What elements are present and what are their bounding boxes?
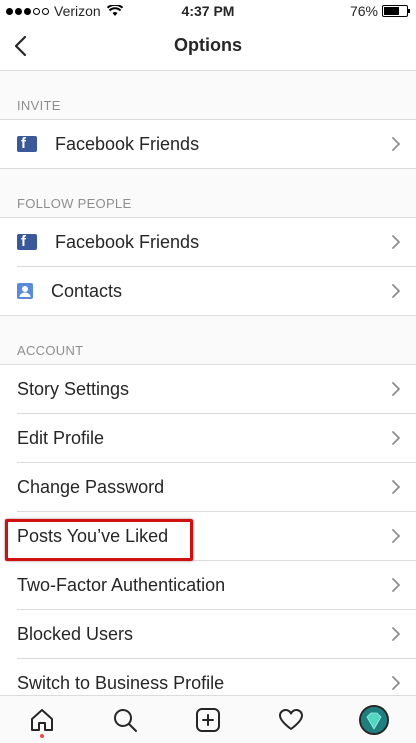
tab-add-post[interactable] — [188, 700, 228, 740]
chevron-right-icon — [392, 284, 400, 298]
row-label: Edit Profile — [17, 427, 105, 448]
profile-avatar — [359, 704, 390, 735]
chevron-right-icon — [392, 578, 400, 592]
chevron-right-icon — [392, 480, 400, 494]
home-icon — [30, 708, 53, 731]
chevron-right-icon — [392, 137, 400, 151]
tab-home[interactable] — [22, 700, 62, 740]
page-title: Options — [174, 35, 242, 55]
follow-people-list: f Facebook Friends Contacts — [0, 218, 416, 316]
row-label: Blocked Users — [17, 623, 134, 644]
posts-youve-liked-row[interactable]: Posts You’ve Liked — [17, 512, 416, 561]
chevron-right-icon — [392, 529, 400, 543]
row-label: Change Password — [17, 476, 165, 497]
tab-search[interactable] — [105, 700, 145, 740]
account-list: Story Settings Edit Profile Change Passw… — [0, 365, 416, 695]
story-settings-row[interactable]: Story Settings — [17, 365, 416, 414]
chevron-right-icon — [392, 676, 400, 690]
chevron-right-icon — [392, 382, 400, 396]
row-label: Story Settings — [17, 378, 130, 399]
section-header-account: ACCOUNT — [0, 316, 416, 365]
add-post-icon — [195, 707, 220, 732]
search-icon — [113, 708, 137, 732]
invite-list: f Facebook Friends — [0, 120, 416, 169]
section-header-follow-people: FOLLOW PEOPLE — [0, 169, 416, 218]
follow-facebook-friends-row[interactable]: f Facebook Friends — [17, 218, 416, 267]
chevron-right-icon — [392, 627, 400, 641]
tab-bar — [0, 695, 416, 743]
row-label: Contacts — [51, 280, 123, 301]
row-label: Posts You’ve Liked — [17, 525, 169, 546]
tab-profile[interactable] — [354, 700, 394, 740]
notification-dot — [39, 733, 44, 738]
change-password-row[interactable]: Change Password — [17, 463, 416, 512]
blocked-users-row[interactable]: Blocked Users — [17, 610, 416, 659]
status-bar: Verizon 4:37 PM 76% — [0, 0, 416, 22]
section-header-invite: INVITE — [0, 71, 416, 120]
row-label: Facebook Friends — [55, 133, 200, 154]
activity-heart-icon — [279, 708, 304, 730]
battery-percent: 76% — [349, 3, 378, 19]
contacts-icon — [17, 283, 33, 299]
battery-icon — [382, 5, 410, 17]
chevron-right-icon — [392, 235, 400, 249]
navigation-bar: Options — [0, 22, 416, 71]
two-factor-authentication-row[interactable]: Two-Factor Authentication — [17, 561, 416, 610]
battery-status: 76% — [349, 3, 410, 19]
options-list[interactable]: INVITE f Facebook Friends FOLLOW PEOPLE … — [0, 71, 416, 695]
chevron-right-icon — [392, 431, 400, 445]
edit-profile-row[interactable]: Edit Profile — [17, 414, 416, 463]
row-label: Switch to Business Profile — [17, 672, 225, 693]
row-label: Facebook Friends — [55, 231, 200, 252]
contacts-row[interactable]: Contacts — [0, 267, 416, 316]
facebook-icon: f — [17, 234, 37, 250]
row-label: Two-Factor Authentication — [17, 574, 226, 595]
invite-facebook-friends-row[interactable]: f Facebook Friends — [0, 120, 416, 169]
switch-to-business-profile-row[interactable]: Switch to Business Profile — [17, 659, 416, 695]
facebook-icon: f — [17, 136, 37, 152]
tab-activity[interactable] — [271, 700, 311, 740]
